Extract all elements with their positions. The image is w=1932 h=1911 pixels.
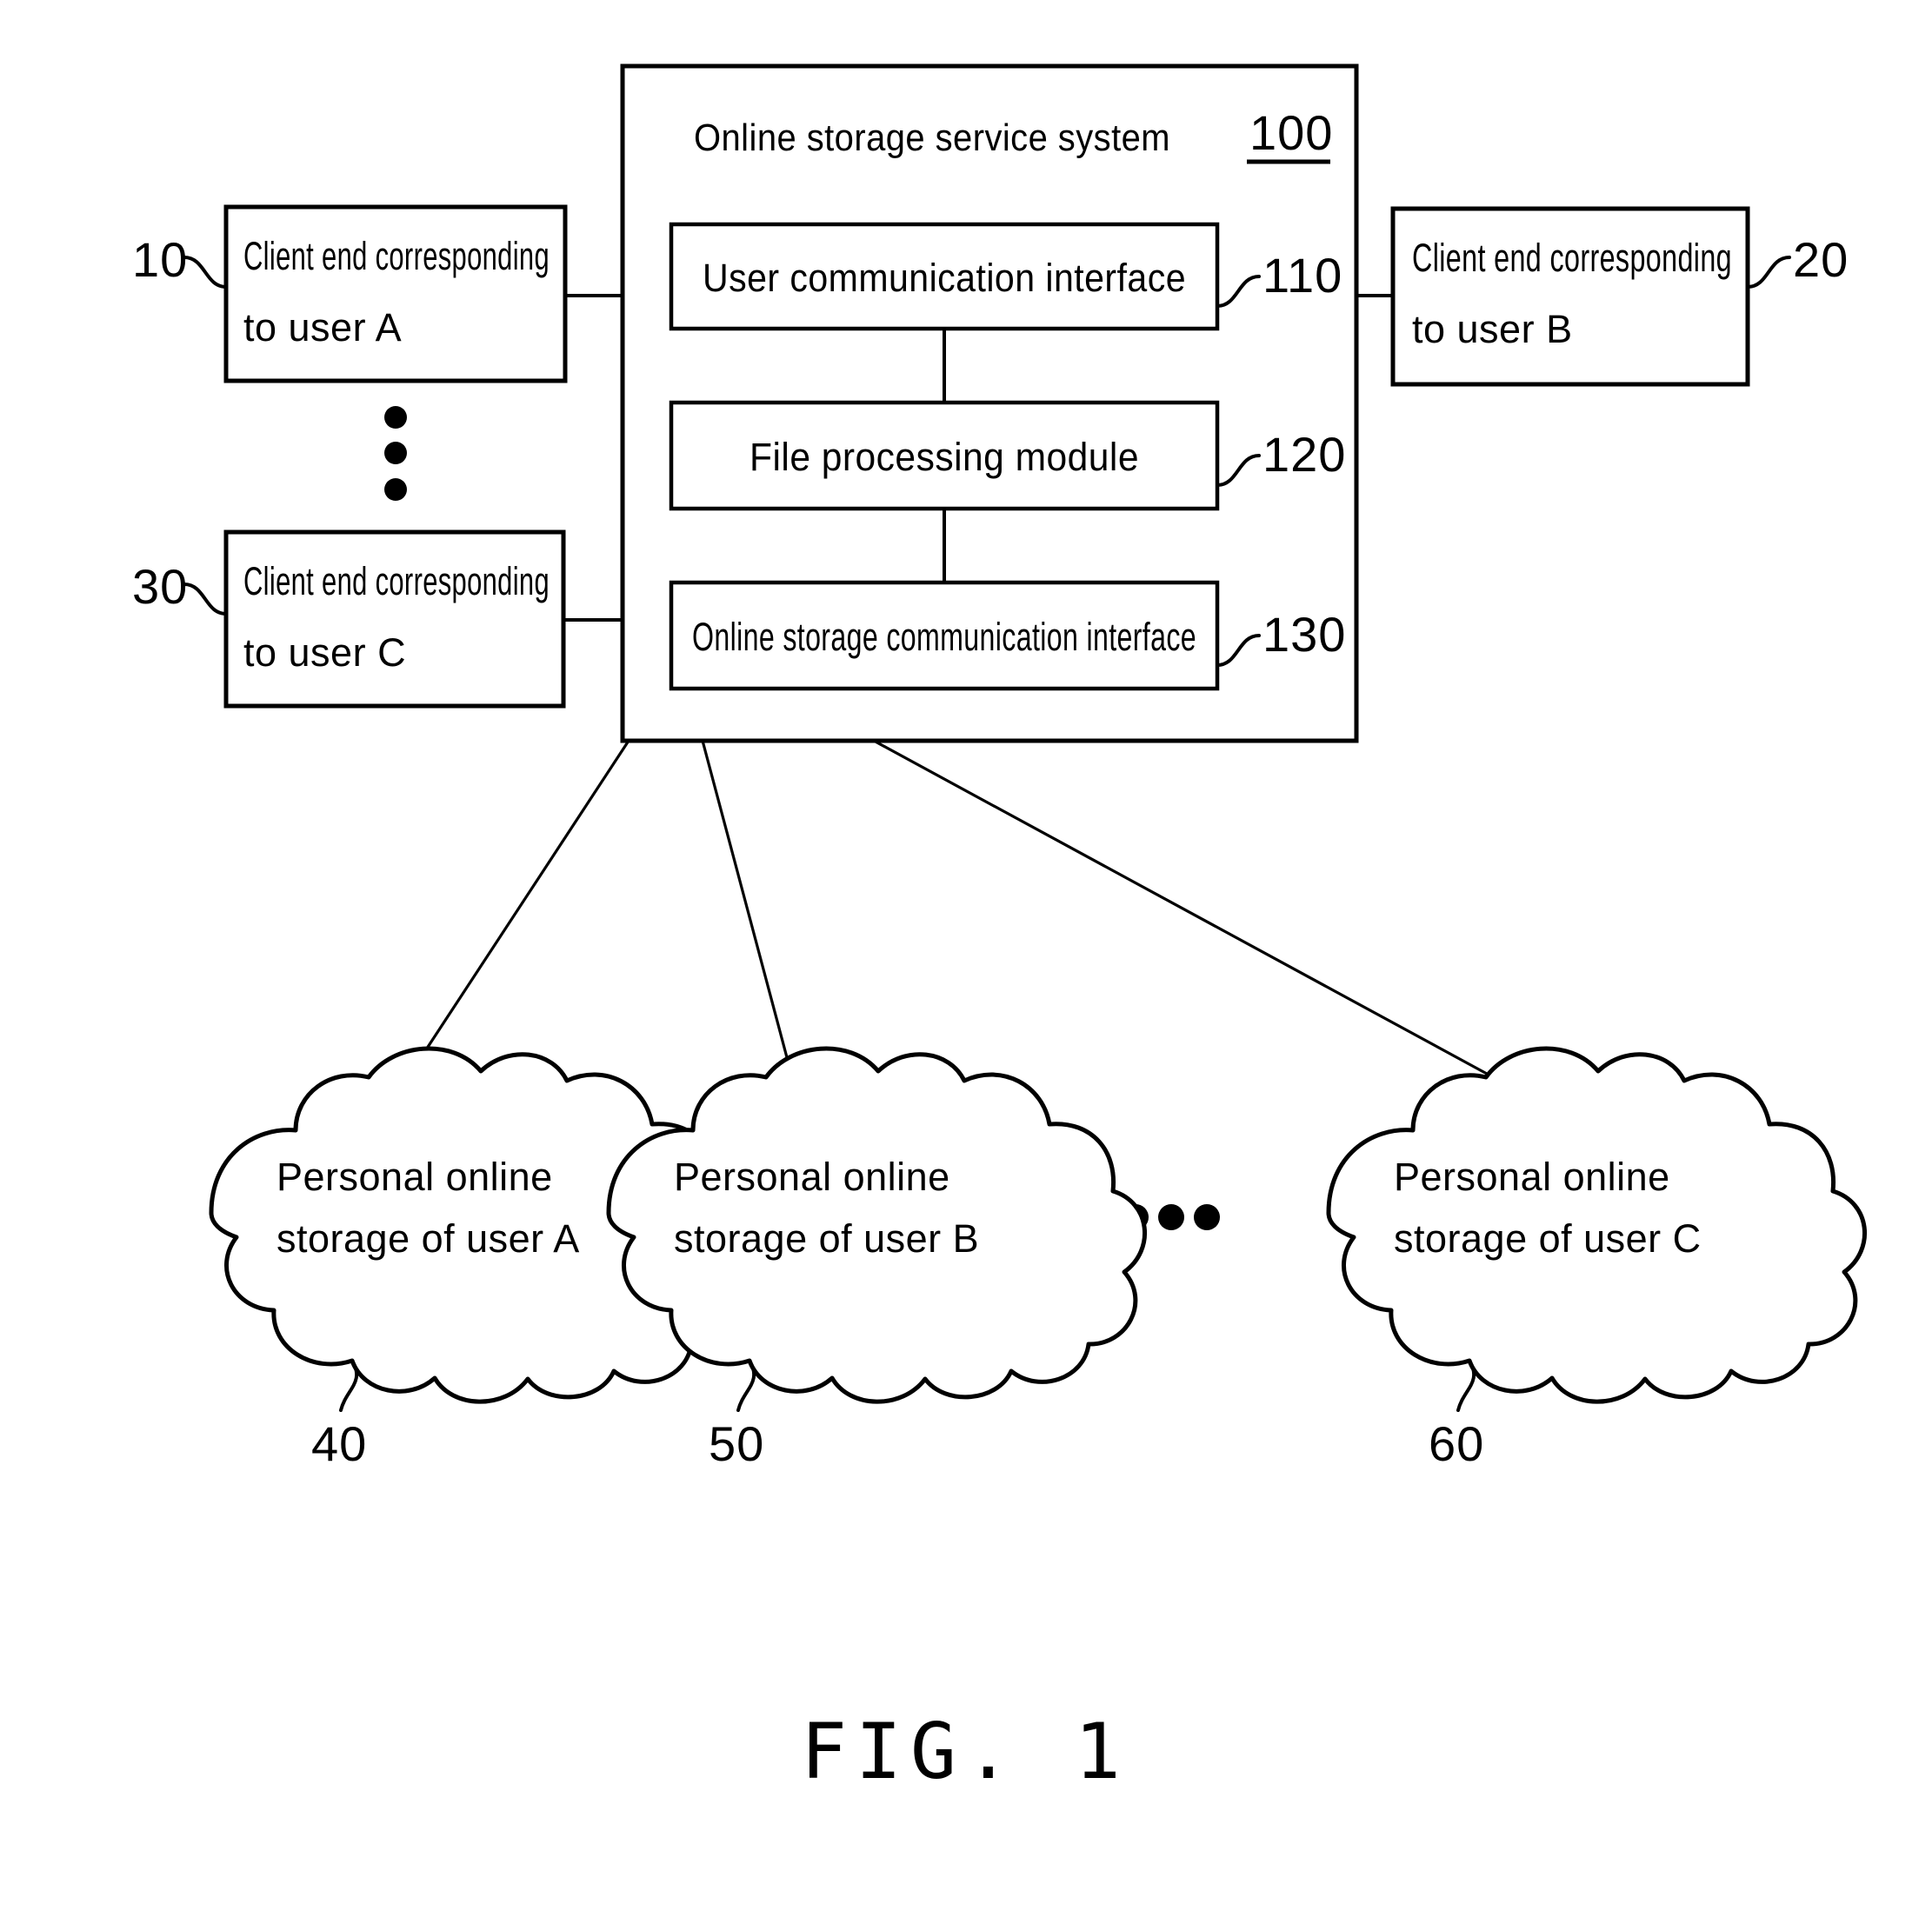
module-ref-130: 130 [1262, 607, 1346, 662]
storage-ref-50: 50 [709, 1416, 764, 1471]
module-label-120: File processing module [749, 435, 1139, 479]
ellipsis-dot [1194, 1204, 1220, 1230]
figure-caption: FIG. 1 [801, 1707, 1129, 1796]
storage-a-line2: storage of user A [276, 1216, 580, 1261]
client-box-user-a [223, 204, 568, 383]
connector-system-to-storage-c [873, 739, 1488, 1075]
system-ref-100: 100 [1249, 105, 1333, 160]
client-a-line1: Client end corresponding [243, 234, 550, 278]
ellipsis-dot [384, 406, 407, 429]
leader-50 [736, 1359, 756, 1412]
storage-cloud-user-c: Personal online storage of user C 60 [1326, 1046, 1867, 1471]
client-ref-10: 10 [132, 232, 188, 287]
ellipsis-dot [1158, 1204, 1184, 1230]
figure-canvas: Online storage service system 100 User c… [132, 63, 1867, 1796]
storage-a-line1: Personal online [276, 1155, 553, 1199]
module-ref-110: 110 [1262, 248, 1342, 303]
module-label-110: User communication interface [703, 256, 1186, 300]
storage-c-line1: Personal online [1394, 1155, 1670, 1199]
storage-b-line1: Personal online [674, 1155, 950, 1199]
leader-40 [339, 1359, 359, 1412]
storage-ref-60: 60 [1429, 1416, 1484, 1471]
client-b-line1: Client end corresponding [1412, 236, 1732, 280]
ellipsis-dot [384, 442, 407, 464]
ellipsis-dot [384, 478, 407, 501]
client-a-line2: to user A [243, 305, 402, 350]
module-label-130: Online storage communication interface [692, 615, 1196, 659]
client-ref-30: 30 [132, 559, 188, 614]
storage-ref-40: 40 [311, 1416, 367, 1471]
cloud-connector-group [400, 739, 1488, 1088]
storage-b-line2: storage of user B [674, 1216, 979, 1261]
client-c-line2: to user C [243, 630, 406, 675]
vertical-ellipsis [384, 406, 407, 501]
client-box-user-c [223, 529, 566, 709]
connector-system-to-storage-b [701, 740, 793, 1075]
client-ref-20: 20 [1793, 232, 1849, 287]
storage-c-line2: storage of user C [1394, 1216, 1702, 1261]
client-b-line2: to user B [1412, 307, 1573, 351]
connector-system-to-storage-a [400, 740, 630, 1088]
module-ref-120: 120 [1262, 427, 1346, 482]
patent-figure: Online storage service system 100 User c… [0, 0, 1932, 1911]
client-c-line1: Client end corresponding [243, 559, 550, 603]
leader-10 [183, 256, 228, 289]
storage-cloud-user-b: Personal online storage of user B 50 [606, 1046, 1147, 1471]
system-title: Online storage service system [694, 117, 1170, 159]
leader-30 [183, 583, 228, 616]
leader-20 [1746, 256, 1791, 289]
leader-60 [1456, 1359, 1476, 1412]
